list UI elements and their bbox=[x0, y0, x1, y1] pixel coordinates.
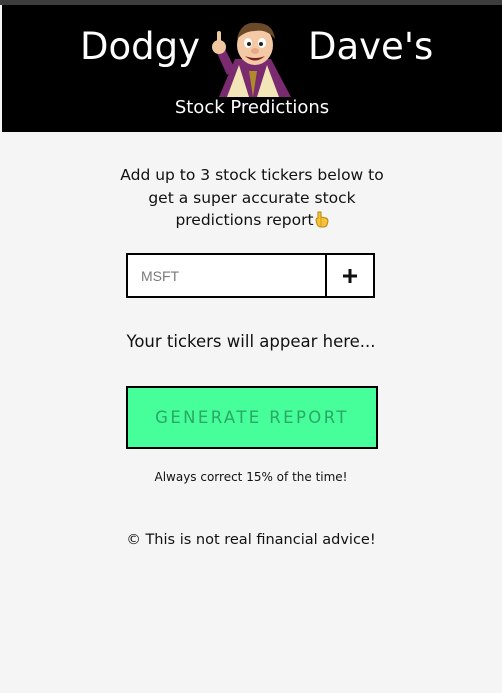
mascot-icon bbox=[212, 22, 291, 97]
footer-disclaimer: © This is not real financial advice! bbox=[126, 532, 376, 548]
intro-text: Add up to 3 stock tickers below to get a… bbox=[120, 166, 384, 229]
plus-icon bbox=[343, 268, 357, 283]
tickers-placeholder: Your tickers will appear here... bbox=[126, 332, 376, 351]
intro-text-block: Add up to 3 stock tickers below to get a… bbox=[111, 164, 393, 235]
site-header: Dodgy Dave's Stock Predictions bbox=[2, 5, 502, 132]
add-ticker-button[interactable] bbox=[325, 255, 373, 296]
brand-name-right: Dave's bbox=[308, 25, 434, 68]
brand-name-left: Dodgy bbox=[80, 25, 200, 68]
pointing-down-hand-icon bbox=[315, 211, 329, 235]
generate-report-button[interactable]: GENERATE REPORT bbox=[126, 386, 378, 449]
tagline: Always correct 15% of the time! bbox=[154, 470, 348, 484]
ticker-input[interactable] bbox=[128, 255, 325, 296]
header-subtitle: Stock Predictions bbox=[174, 97, 330, 118]
ticker-form bbox=[126, 253, 375, 298]
